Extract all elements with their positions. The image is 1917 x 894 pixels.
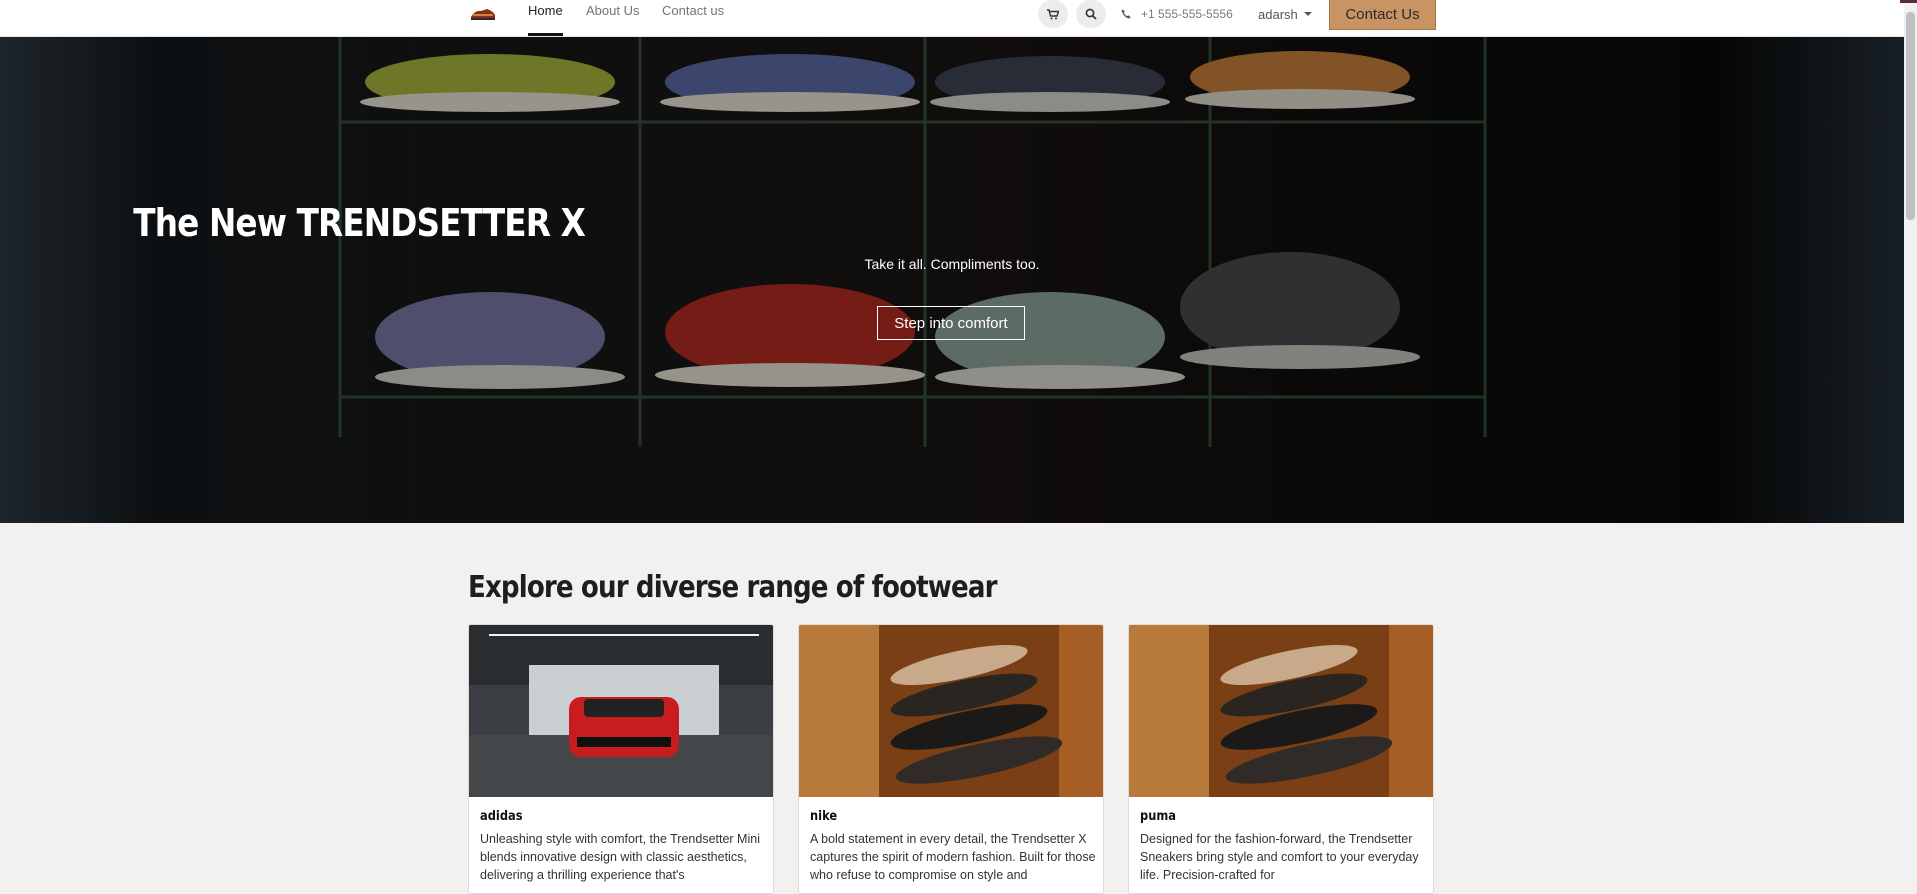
card-title: nike (810, 809, 838, 824)
card-description: A bold statement in every detail, the Tr… (810, 832, 1096, 882)
cart-icon (1047, 8, 1059, 19)
hero-banner: The New TRENDSETTER X Take it all. Compl… (0, 37, 1904, 523)
nav-home[interactable]: Home (528, 0, 563, 36)
brand-logo-icon[interactable] (469, 5, 497, 21)
brand-card-adidas[interactable]: adidas Unleashing style with comfort, th… (468, 624, 774, 894)
page-scrollbar[interactable] (1904, 0, 1917, 884)
card-description: Designed for the fashion-forward, the Tr… (1140, 832, 1419, 882)
dress-shoes-image (799, 625, 1103, 797)
search-icon (1085, 8, 1097, 20)
nav-about-us[interactable]: About Us (586, 0, 639, 36)
hero-background-image (0, 37, 1904, 523)
cart-button[interactable] (1038, 0, 1068, 28)
step-into-comfort-button[interactable]: Step into comfort (877, 306, 1025, 340)
nav-contact-us[interactable]: Contact us (662, 0, 724, 36)
brand-card-puma[interactable]: puma Designed for the fashion-forward, t… (1128, 624, 1434, 894)
nav-home-label: Home (528, 3, 563, 18)
phone-link[interactable]: +1 555-555-5556 (1121, 5, 1233, 23)
search-button[interactable] (1076, 0, 1106, 28)
phone-icon (1121, 9, 1131, 19)
card-description: Unleashing style with comfort, the Trend… (480, 832, 760, 882)
card-image (469, 625, 773, 797)
chevron-down-icon (1303, 12, 1312, 16)
brand-card-nike[interactable]: nike A bold statement in every detail, t… (798, 624, 1104, 894)
nav-active-indicator (528, 33, 563, 36)
card-image (1129, 625, 1433, 797)
red-car-image (469, 625, 773, 797)
user-name: adarsh (1258, 6, 1298, 22)
card-title: puma (1140, 809, 1176, 824)
window-corner-accent (1900, 0, 1917, 3)
card-title: adidas (480, 809, 523, 824)
hero-subtitle: Take it all. Compliments too. (864, 256, 1040, 272)
site-header: Home About Us Contact us +1 555-555-5556… (0, 0, 1904, 37)
dress-shoes-image (1129, 625, 1433, 797)
contact-us-button[interactable]: Contact Us (1329, 0, 1436, 30)
user-menu[interactable]: adarsh (1258, 5, 1312, 23)
section-title: Explore our diverse range of footwear (468, 570, 997, 605)
card-image (799, 625, 1103, 797)
hero-title: The New TRENDSETTER X (133, 201, 586, 245)
phone-number: +1 555-555-5556 (1141, 7, 1233, 21)
scrollbar-thumb[interactable] (1906, 12, 1915, 220)
